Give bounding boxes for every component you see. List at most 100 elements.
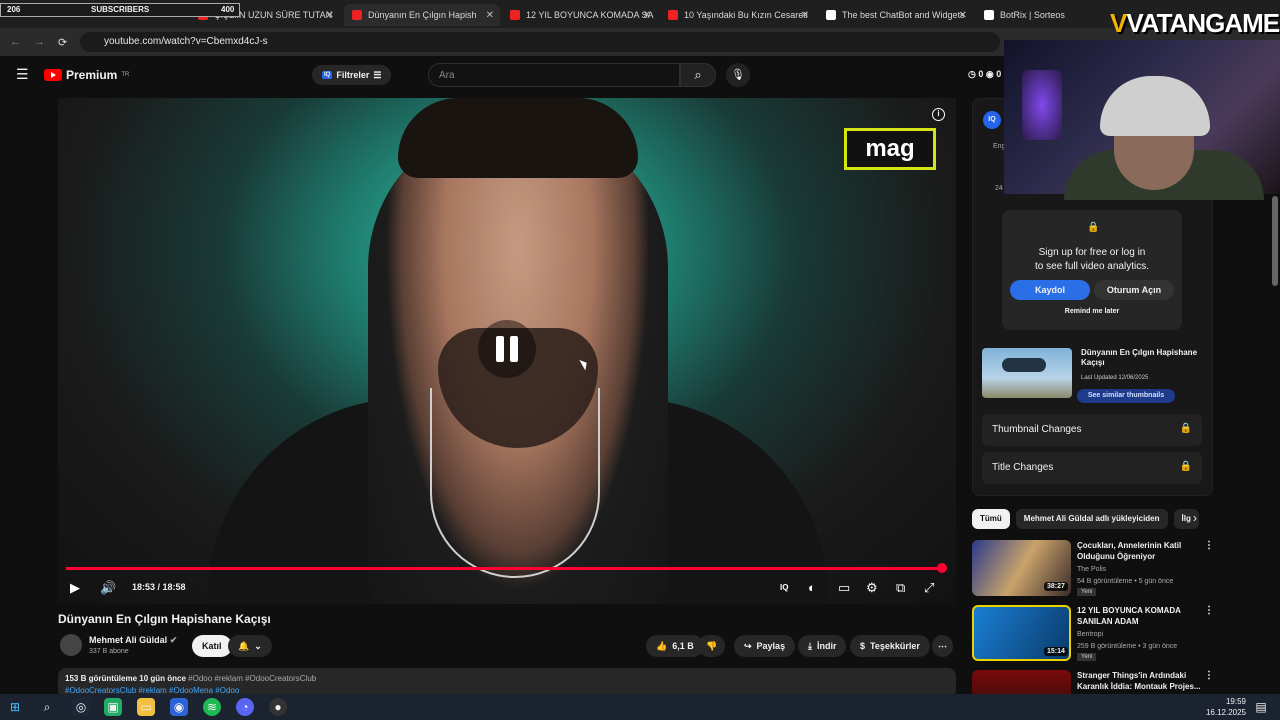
vidiq-counter: ◷ 0 ◉ 0 [968,69,1002,79]
progress-scrubber[interactable] [937,563,948,573]
login-button[interactable]: Oturum Açın [1094,280,1174,300]
youtube-favicon-icon [510,10,520,20]
tab-6[interactable]: BotRix | Sorteos [976,4,1096,26]
store-icon[interactable]: ▣ [104,698,122,716]
close-icon[interactable]: ✕ [326,10,334,21]
close-icon[interactable]: ✕ [959,10,967,21]
spotify-icon[interactable]: ≋ [203,698,221,716]
thumbnail-preview[interactable] [982,348,1072,398]
thumbs-down-icon: 👎 [706,640,718,651]
download-button[interactable]: ⤓ İndir [798,635,847,657]
like-button[interactable]: 👍 6,1 B [646,635,704,657]
chevron-right-icon[interactable]: › [1193,511,1197,525]
last-updated: Last Updated 12/06/2025 [1081,375,1149,381]
chrome-icon[interactable]: ◉ [170,698,188,716]
progress-bar[interactable] [66,563,948,573]
tab-3[interactable]: 12 YIL BOYUNCA KOMADA SA ✕ [502,4,657,26]
video-player[interactable]: mag i ▶ 🔊 18:53 / 18:58 IQ ◐ ▭ ⚙ ⧉ ⤢ [58,98,956,604]
autoplay-toggle-icon[interactable]: ◐ [808,576,816,600]
sliders-icon: ☰ [373,69,382,80]
youtube-logo[interactable]: Premium TR [44,68,129,82]
chevron-down-icon: ⌄ [254,640,262,651]
more-options-icon[interactable]: ⋮ [1204,605,1214,616]
tab-label: BotRix | Sorteos [1000,10,1065,20]
join-button[interactable]: Katıl [192,635,232,657]
thumbnail-changes-row[interactable]: Thumbnail Changes 🔒 [982,414,1202,446]
thanks-button[interactable]: $ Teşekkürler [850,635,930,657]
url-field[interactable]: youtube.com/watch?v=Cbemxd4cJ-s [80,32,1000,52]
menu-icon[interactable]: ☰ [16,66,29,83]
channel-name[interactable]: Mehmet Ali Güldal ✔ [89,635,177,646]
brand-v: V [1110,8,1127,38]
forward-icon[interactable]: → [34,36,45,48]
more-actions-button[interactable]: ⋯ [932,635,953,657]
windows-start-icon[interactable]: ⊞ [6,698,24,716]
scrollbar[interactable] [1272,196,1278,286]
more-options-icon[interactable]: ⋮ [1204,540,1214,551]
recommendation-item[interactable]: Stranger Things'in Ardındaki Karanlık İd… [972,670,1272,694]
info-icon[interactable]: i [932,108,945,121]
similar-thumbnails-button[interactable]: See similar thumbnails [1077,389,1175,403]
subtitles-icon[interactable]: ▭ [838,576,850,600]
fullscreen-icon[interactable]: ⤢ [924,576,934,600]
chip-uploader[interactable]: Mehmet Ali Güldal adlı yükleyiciden [1015,509,1168,529]
volume-icon[interactable]: 🔊 [100,576,116,600]
remind-later-link[interactable]: Remind me later [1002,308,1182,315]
tab-5[interactable]: The best ChatBot and Widgets ✕ [818,4,973,26]
title-changes-row[interactable]: Title Changes 🔒 [982,452,1202,484]
notification-bell-button[interactable]: 🔔 ⌄ [228,635,272,657]
vidiq-icon: IQ [322,71,333,79]
close-icon[interactable]: ✕ [486,10,494,21]
download-icon: ⤓ [808,640,812,651]
tab-2[interactable]: Dünyanın En Çılgın Hapish ✕ [344,4,500,26]
recommendation-item[interactable]: 15:14 12 YIL BOYUNCA KOMADA SANILAN ADAM… [972,605,1272,661]
system-clock[interactable]: 19:59 16.12.2025 [1206,696,1246,718]
more-options-icon[interactable]: ⋮ [1204,670,1214,681]
video-frame-chain [430,388,600,578]
lamp-light [1022,70,1062,140]
counter-b: 0 [996,69,1002,79]
settings-icon[interactable]: ⚙ [866,576,878,600]
dislike-button[interactable]: 👎 [698,635,726,657]
recommendation-channel: Bentropi [1077,631,1104,638]
signup-button[interactable]: Kaydol [1010,280,1090,300]
filter-button[interactable]: IQ Filtreler ☰ [312,65,392,85]
close-icon[interactable]: ✕ [801,10,809,21]
subscriber-goal: 400 [221,5,235,14]
notification-icon[interactable]: ▤ [1252,698,1270,716]
thumbs-up-icon: 👍 [656,640,668,651]
search-icon[interactable]: ⌕ [38,698,56,716]
recommendation-meta: 54 B görüntüleme • 5 gün önce [1077,578,1174,585]
like-count: 6,1 B [672,641,694,651]
folder-icon[interactable]: ▭ [137,698,155,716]
search-icon[interactable]: ⌕ [680,63,716,87]
pause-icon[interactable] [478,320,536,378]
microphone-icon[interactable]: 🎙 [726,63,750,87]
diamond-favicon-icon [826,10,836,20]
partial-value: 24 [995,185,1003,192]
recommendation-item[interactable]: 38:27 Çocukları, Annelerinin Katil Olduğ… [972,540,1272,596]
channel-avatar[interactable] [60,634,82,656]
subscriber-count-text: 337 B abone [89,648,129,655]
vidiq-player-icon[interactable]: IQ [780,576,788,600]
close-icon[interactable]: ✕ [643,10,651,21]
share-icon: ↪ [744,640,752,651]
back-icon[interactable]: ← [10,36,21,48]
discord-icon[interactable]: ◔ [236,698,254,716]
play-icon[interactable]: ▶ [70,576,80,600]
steam-icon[interactable]: ◎ [72,698,90,716]
lock-icon: 🔒 [1179,423,1192,434]
reload-icon[interactable]: ⟳ [58,36,67,49]
obs-icon[interactable]: ● [269,698,287,716]
youtube-favicon-icon [668,10,678,20]
chip-all[interactable]: Tümü [972,509,1010,529]
tab-4[interactable]: 10 Yaşındaki Bu Kızın Cesareti ✕ [660,4,815,26]
youtube-play-icon [44,69,62,81]
thanks-label: Teşekkürler [870,641,920,651]
verified-icon: ✔ [169,635,178,645]
search-input[interactable]: Ara [428,63,680,87]
share-button[interactable]: ↪ Paylaş [734,635,796,657]
clock-time: 19:59 [1225,697,1246,706]
miniplayer-icon[interactable]: ⧉ [896,576,905,600]
diamond-favicon-icon [984,10,994,20]
